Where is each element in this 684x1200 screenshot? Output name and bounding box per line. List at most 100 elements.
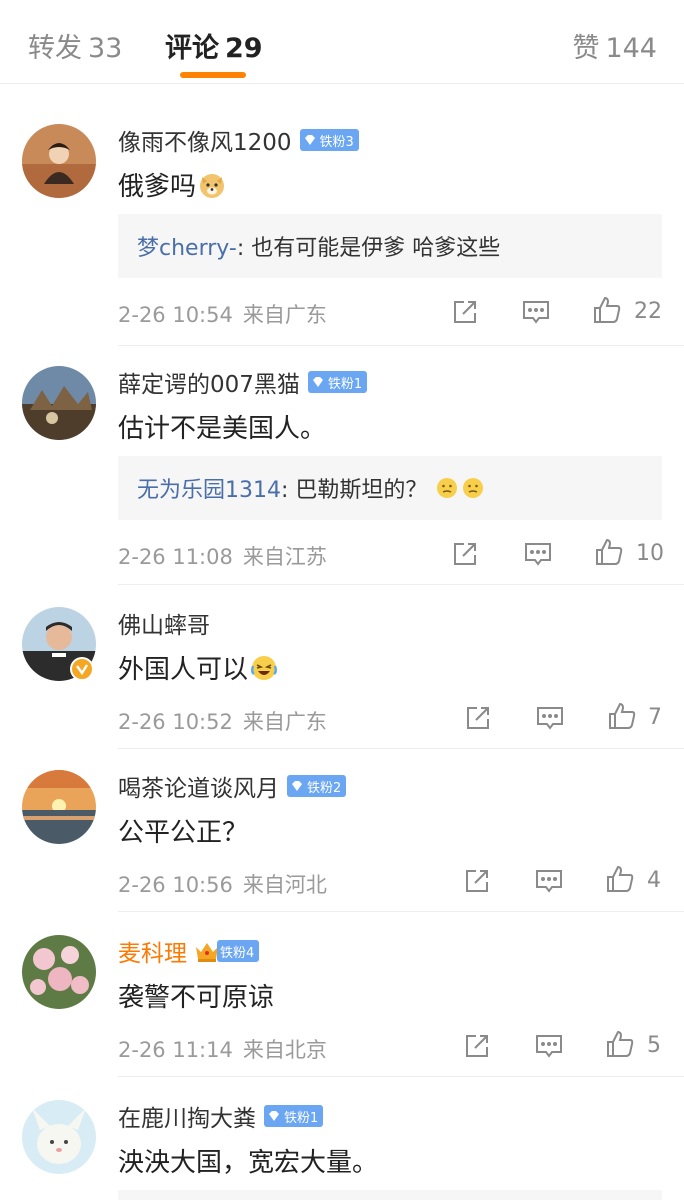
avatar[interactable] — [22, 366, 96, 440]
avatar[interactable] — [22, 124, 96, 198]
comment-text-content: 泱泱大国，宽宏大量。 — [118, 1148, 379, 1178]
comment-text: 估计不是美国人。 — [118, 408, 326, 445]
comment-meta: 2-26 10:54 来自广东 — [118, 299, 327, 329]
username[interactable]: 像雨不像风1200 — [118, 123, 292, 157]
comment-text: 外国人可以 — [118, 649, 278, 686]
comment-text-content: 俄爹吗 — [118, 172, 197, 202]
comment-location: 来自北京 — [242, 1038, 327, 1062]
diamond-icon — [292, 781, 302, 791]
divider — [118, 911, 684, 912]
like-icon[interactable] — [605, 1029, 635, 1059]
tab-likes[interactable]: 赞 144 — [572, 26, 657, 65]
comment-time: 2-26 10:56 — [118, 873, 233, 897]
comment-item: 薛定谔的007黑猫 铁粉1 估计不是美国人。 无为乐园1314: 巴勒斯坦的？ … — [0, 366, 684, 585]
fan-badge[interactable]: 铁粉4 — [217, 940, 260, 962]
tab-comments-label: 评论 — [165, 33, 219, 64]
divider — [118, 1076, 684, 1077]
comment-location: 来自江苏 — [242, 545, 327, 569]
comment-text-content: 公平公正？ — [118, 818, 249, 848]
comment-text: 袭警不可原谅 — [118, 977, 274, 1014]
share-icon[interactable] — [462, 866, 492, 896]
tab-repost-count: 33 — [88, 33, 123, 64]
like-icon[interactable] — [592, 295, 622, 325]
comment-text-content: 袭警不可原谅 — [118, 983, 275, 1013]
reply-username[interactable]: 梦cherry- — [137, 230, 237, 262]
fan-badge[interactable]: 铁粉1 — [264, 1105, 324, 1127]
fan-badge-label: 铁粉3 — [319, 134, 354, 150]
comment-meta: 2-26 10:56 来自河北 — [118, 869, 327, 899]
share-icon[interactable] — [450, 297, 480, 327]
share-icon[interactable] — [450, 539, 480, 569]
avatar[interactable] — [22, 1100, 96, 1174]
username[interactable]: 麦科理 — [118, 934, 187, 968]
reply-icon[interactable] — [534, 866, 564, 896]
reply-icon[interactable] — [535, 703, 565, 733]
share-icon[interactable] — [463, 703, 493, 733]
user-row: 喝茶论道谈风月 铁粉2 — [118, 769, 347, 803]
user-row: 像雨不像风1200 铁粉3 — [118, 124, 359, 156]
comment-item: 麦科理 铁粉4 袭警不可原谅 2-26 11:14 来自北京 5 — [0, 935, 684, 1077]
tab-repost[interactable]: 转发 33 — [28, 26, 122, 65]
diamond-icon — [312, 377, 323, 387]
divider — [118, 748, 684, 749]
reply-preview[interactable] — [118, 1190, 662, 1200]
diamond-icon — [304, 135, 315, 145]
comment-tabs: 转发 33 评论 29 赞 144 — [0, 0, 684, 84]
thinking-emoji-icon — [435, 476, 459, 500]
divider — [118, 345, 684, 346]
user-row: 薛定谔的007黑猫 铁粉1 — [118, 365, 368, 399]
reply-preview[interactable]: 无为乐园1314: 巴勒斯坦的？ — [118, 456, 662, 520]
like-count: 7 — [648, 705, 662, 730]
active-tab-indicator — [180, 72, 246, 78]
comment-meta: 2-26 11:08 来自江苏 — [118, 541, 327, 571]
comment-location: 来自广东 — [242, 710, 327, 734]
reply-username[interactable]: 无为乐园1314 — [137, 472, 281, 504]
tab-comments[interactable]: 评论 29 — [165, 26, 263, 65]
comment-location: 来自河北 — [242, 873, 327, 897]
reply-icon[interactable] — [523, 539, 553, 569]
laugh-cry-emoji-icon — [250, 654, 278, 682]
comment-text: 公平公正？ — [118, 812, 248, 849]
comment-text-content: 外国人可以 — [118, 655, 249, 685]
verified-badge-icon — [70, 657, 94, 681]
reply-preview[interactable]: 梦cherry-: 也有可能是伊爹 哈爹这些 — [118, 214, 662, 278]
user-row: 在鹿川掏大粪 铁粉1 — [118, 1099, 324, 1133]
username[interactable]: 薛定谔的007黑猫 — [118, 365, 300, 399]
fan-badge[interactable]: 铁粉3 — [299, 129, 359, 151]
comment-meta: 2-26 10:52 来自广东 — [118, 706, 327, 736]
like-count: 22 — [634, 299, 662, 324]
thinking-emoji-icon — [461, 476, 485, 500]
avatar[interactable] — [22, 935, 96, 1009]
reply-icon[interactable] — [521, 297, 551, 327]
fan-badge-label: 铁粉1 — [327, 376, 363, 392]
comment-item: 在鹿川掏大粪 铁粉1 泱泱大国，宽宏大量。 — [0, 1100, 684, 1200]
tab-likes-label: 赞 — [572, 33, 600, 64]
user-row: 麦科理 铁粉4 — [118, 934, 260, 968]
reply-icon[interactable] — [534, 1031, 564, 1061]
fan-badge-label: 铁粉2 — [307, 780, 342, 796]
comment-item: 像雨不像风1200 铁粉3 俄爹吗 梦cherry-: 也有可能是伊爹 哈爹这些… — [0, 124, 684, 346]
fan-badge[interactable]: 铁粉2 — [287, 775, 347, 797]
comment-text-content: 估计不是美国人。 — [118, 414, 327, 444]
tab-comments-count: 29 — [225, 33, 263, 64]
like-icon[interactable] — [605, 864, 635, 894]
avatar[interactable] — [22, 770, 96, 844]
share-icon[interactable] — [462, 1031, 492, 1061]
comment-time: 2-26 10:54 — [118, 303, 233, 327]
username[interactable]: 喝茶论道谈风月 — [118, 769, 279, 803]
like-count: 4 — [647, 868, 661, 893]
comment-meta: 2-26 11:14 来自北京 — [118, 1034, 327, 1064]
like-icon[interactable] — [594, 537, 624, 567]
comment-item: 佛山蟀哥 外国人可以 2-26 10:52 来自广东 7 — [0, 607, 684, 749]
username[interactable]: 在鹿川掏大粪 — [118, 1099, 256, 1133]
doge-emoji-icon — [198, 171, 226, 199]
comment-time: 2-26 11:08 — [118, 545, 233, 569]
username[interactable]: 佛山蟀哥 — [118, 606, 210, 640]
comment-text: 泱泱大国，宽宏大量。 — [118, 1142, 378, 1179]
like-icon[interactable] — [607, 701, 637, 731]
comment-item: 喝茶论道谈风月 铁粉2 公平公正？ 2-26 10:56 来自河北 4 — [0, 770, 684, 912]
fan-badge[interactable]: 铁粉1 — [307, 371, 368, 393]
divider — [118, 584, 684, 585]
comment-location: 来自广东 — [242, 303, 327, 327]
fan-badge-label: 铁粉4 — [220, 945, 255, 961]
